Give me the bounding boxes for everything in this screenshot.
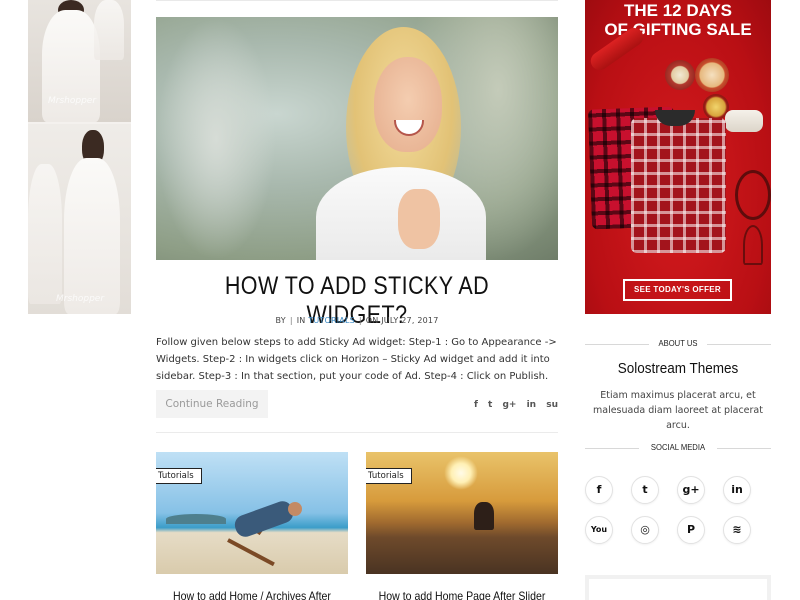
share-icons: f t g+ in su [474,398,558,412]
youtube-icon[interactable]: You [585,516,613,544]
meta-by: BY [275,316,286,325]
linkedin-icon[interactable]: in [527,400,537,410]
top-divider [156,0,558,1]
left-sticky-ad[interactable]: Mrshopper Mrshopper [28,0,131,314]
twitter-icon[interactable]: t [631,476,659,504]
grid-post-title[interactable]: How to add Home / Archives After Grid Po… [168,589,337,600]
ad-watermark: Mrshopper [56,294,105,304]
stumbleupon-icon[interactable]: su [546,400,558,410]
post-meta: BY | IN TUTORIALS | ON JULY 27, 2017 [275,316,439,325]
meta-category-link[interactable]: TUTORIALS [308,316,355,325]
sidebar-widget-box [585,575,771,600]
ad-watermark: Mrshopper [48,96,97,106]
facebook-icon[interactable]: f [585,476,613,504]
about-heading: ABOUT US [585,338,771,350]
post-divider [156,432,558,433]
google-plus-icon[interactable]: g+ [677,476,705,504]
pinterest-icon[interactable]: P [677,516,705,544]
continue-reading-button[interactable]: Continue Reading [156,390,268,418]
google-plus-icon[interactable]: g+ [502,400,516,410]
social-heading: SOCIAL MEDIA [585,442,771,454]
category-tag[interactable]: Tutorials [366,468,412,484]
category-tag[interactable]: Tutorials [156,468,202,484]
about-title: Solostream Themes [617,360,739,377]
ad-photo-top: Mrshopper [28,0,131,122]
instagram-icon[interactable]: ◎ [631,516,659,544]
hero-image[interactable] [156,17,558,260]
meta-in: IN [296,316,306,325]
meta-date: ON JULY 27, 2017 [365,316,439,325]
grid-post-image[interactable]: Tutorials [156,452,348,574]
ad-headline: THE 12 DAYS OF GIFTING SALE [604,1,752,39]
grid-post-title[interactable]: How to add Home Page After Slider Sectio… [378,589,547,600]
facebook-icon[interactable]: f [474,400,478,410]
see-offer-button[interactable]: SEE TODAY'S OFFER [623,279,732,301]
post-excerpt: Follow given below steps to add Sticky A… [156,337,557,382]
linkedin-icon[interactable]: in [723,476,751,504]
twitter-icon[interactable]: t [488,400,492,410]
grid-post-image[interactable]: Tutorials [366,452,558,574]
ad-photo-bottom: Mrshopper [28,124,131,314]
sidebar-ad-banner[interactable]: THE 12 DAYS OF GIFTING SALE SEE TODAY'S … [585,0,771,314]
rss-icon[interactable]: ≋ [723,516,751,544]
about-description: Etiam maximus placerat arcu, et malesuad… [593,390,763,431]
